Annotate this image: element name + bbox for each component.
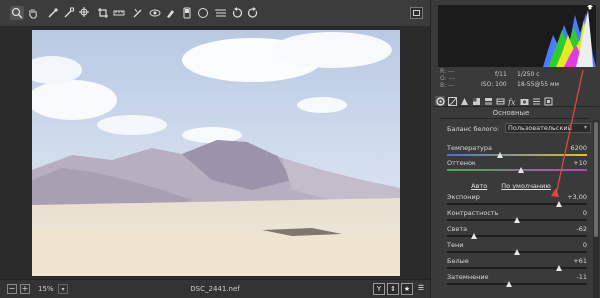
slider-row: Затемнение -11 xyxy=(447,273,587,289)
chevron-down-icon: ▾ xyxy=(583,124,587,131)
target-adjust-icon[interactable] xyxy=(78,6,92,20)
crop-icon[interactable] xyxy=(96,6,110,20)
slider-thumb[interactable] xyxy=(518,167,525,173)
tab-tone-curve-icon[interactable] xyxy=(447,96,457,106)
tab-detail-icon[interactable] xyxy=(459,96,469,106)
view-mode-y-button[interactable]: Y xyxy=(373,283,385,295)
slider-value[interactable]: 0 xyxy=(583,241,587,249)
slider-thumb[interactable] xyxy=(556,201,562,207)
spot-removal-icon[interactable] xyxy=(131,6,145,20)
preview-area xyxy=(0,27,430,279)
slider-label: Света xyxy=(447,225,468,233)
photo-preview[interactable] xyxy=(32,30,400,276)
file-name: DSC_2441.nef xyxy=(190,285,240,293)
auto-link[interactable]: Авто xyxy=(471,182,487,190)
adjustment-brush-icon[interactable] xyxy=(164,6,178,20)
slider-track[interactable] xyxy=(447,203,587,205)
slider-row: Контрастность 0 xyxy=(447,209,587,225)
slider-thumb[interactable] xyxy=(505,281,512,287)
slider-label: Затемнение xyxy=(447,273,489,281)
iso: ISO: 100 xyxy=(481,81,507,88)
slider-value[interactable]: 6200 xyxy=(570,144,587,152)
camera-info: R: --- G: --- B: --- f/11 1/250 с ISO: 1… xyxy=(438,68,596,93)
section-title: Основные xyxy=(492,109,530,117)
panel-tabs: fx xyxy=(433,95,599,107)
tab-split-toning-icon[interactable] xyxy=(483,96,493,106)
preferences-icon[interactable] xyxy=(214,6,228,20)
g-readout: G: --- xyxy=(440,75,456,82)
slider-row: Температура 6200 xyxy=(447,144,587,160)
histogram xyxy=(438,5,596,67)
slider-label: Температура xyxy=(447,144,492,152)
rotate-ccw-icon[interactable] xyxy=(230,6,244,20)
slider-label: Тени xyxy=(447,241,464,249)
slider-row: Света -62 xyxy=(447,225,587,241)
rotate-cw-icon[interactable] xyxy=(246,6,260,20)
radial-filter-icon[interactable] xyxy=(196,6,210,20)
slider-value[interactable]: 0 xyxy=(583,209,587,217)
b-readout: B: --- xyxy=(440,82,455,89)
tab-camera-calibration-icon[interactable] xyxy=(519,96,529,106)
star-toggle-button[interactable]: ★ xyxy=(401,283,413,295)
slider-thumb[interactable] xyxy=(497,152,504,158)
slider-thumb[interactable] xyxy=(514,249,520,255)
graduated-filter-icon[interactable] xyxy=(180,6,194,20)
white-balance-value: Пользовательский xyxy=(508,124,572,132)
lens: 18-55@55 мм xyxy=(517,81,560,88)
svg-text:fx: fx xyxy=(508,98,516,106)
straighten-icon[interactable] xyxy=(112,6,126,20)
default-link[interactable]: По умолчанию xyxy=(501,182,551,190)
slider-track[interactable] xyxy=(447,154,587,156)
zoom-icon[interactable] xyxy=(10,6,24,20)
r-readout: R: --- xyxy=(440,68,455,75)
slider-thumb[interactable] xyxy=(470,233,477,239)
white-balance-icon[interactable] xyxy=(46,6,60,20)
hand-icon[interactable] xyxy=(26,6,40,20)
slider-label: Оттенок xyxy=(447,159,476,167)
slider-label: Экспонир xyxy=(447,193,480,201)
tab-snapshots-icon[interactable] xyxy=(543,96,553,106)
aperture: f/11 xyxy=(495,71,507,78)
white-balance-select[interactable]: Пользовательский ▾ xyxy=(505,123,591,133)
slider-value[interactable]: +3,00 xyxy=(567,193,587,201)
slider-track[interactable] xyxy=(447,267,587,269)
adjustments-panel: R: --- G: --- B: --- f/11 1/250 с ISO: 1… xyxy=(430,0,600,298)
slider-value[interactable]: +10 xyxy=(573,159,587,167)
white-balance-label: Баланс белого: xyxy=(447,125,500,133)
red-eye-icon[interactable] xyxy=(148,6,162,20)
fullscreen-icon[interactable] xyxy=(410,7,423,19)
slider-row: Экспонир +3,00 xyxy=(447,193,587,209)
tab-presets-icon[interactable] xyxy=(531,96,541,106)
slider-thumb[interactable] xyxy=(514,217,520,223)
slider-value[interactable]: -62 xyxy=(576,225,587,233)
slider-row: Тени 0 xyxy=(447,241,587,257)
tab-fx-icon[interactable]: fx xyxy=(507,96,517,106)
slider-row: Белые +61 xyxy=(447,257,587,273)
tone-links: Авто По умолчанию xyxy=(431,182,591,190)
slider-thumb[interactable] xyxy=(556,265,562,271)
tab-basic-icon[interactable] xyxy=(435,96,445,106)
slider-value[interactable]: +61 xyxy=(573,257,587,265)
slider-label: Белые xyxy=(447,257,469,265)
scrollbar-thumb[interactable] xyxy=(594,122,598,237)
section-divider xyxy=(439,118,589,119)
before-after-button[interactable]: ⇕ xyxy=(387,283,399,295)
toolbar xyxy=(0,0,430,27)
panel-scrollbar[interactable] xyxy=(593,120,599,298)
view-settings-button[interactable]: ☰ xyxy=(415,283,427,295)
slider-track[interactable] xyxy=(447,283,587,285)
slider-track[interactable] xyxy=(447,169,587,171)
slider-label: Контрастность xyxy=(447,209,499,217)
tab-hsl-icon[interactable] xyxy=(471,96,481,106)
shutter-speed: 1/250 с xyxy=(517,71,540,78)
color-sampler-icon[interactable] xyxy=(62,6,76,20)
status-bar: − + 15% ▾ DSC_2441.nef Y ⇕ ★ ☰ xyxy=(0,279,430,298)
tab-lens-icon[interactable] xyxy=(495,96,505,106)
slider-track[interactable] xyxy=(447,235,587,237)
slider-value[interactable]: -11 xyxy=(576,273,587,281)
slider-row: Оттенок +10 xyxy=(447,159,587,175)
